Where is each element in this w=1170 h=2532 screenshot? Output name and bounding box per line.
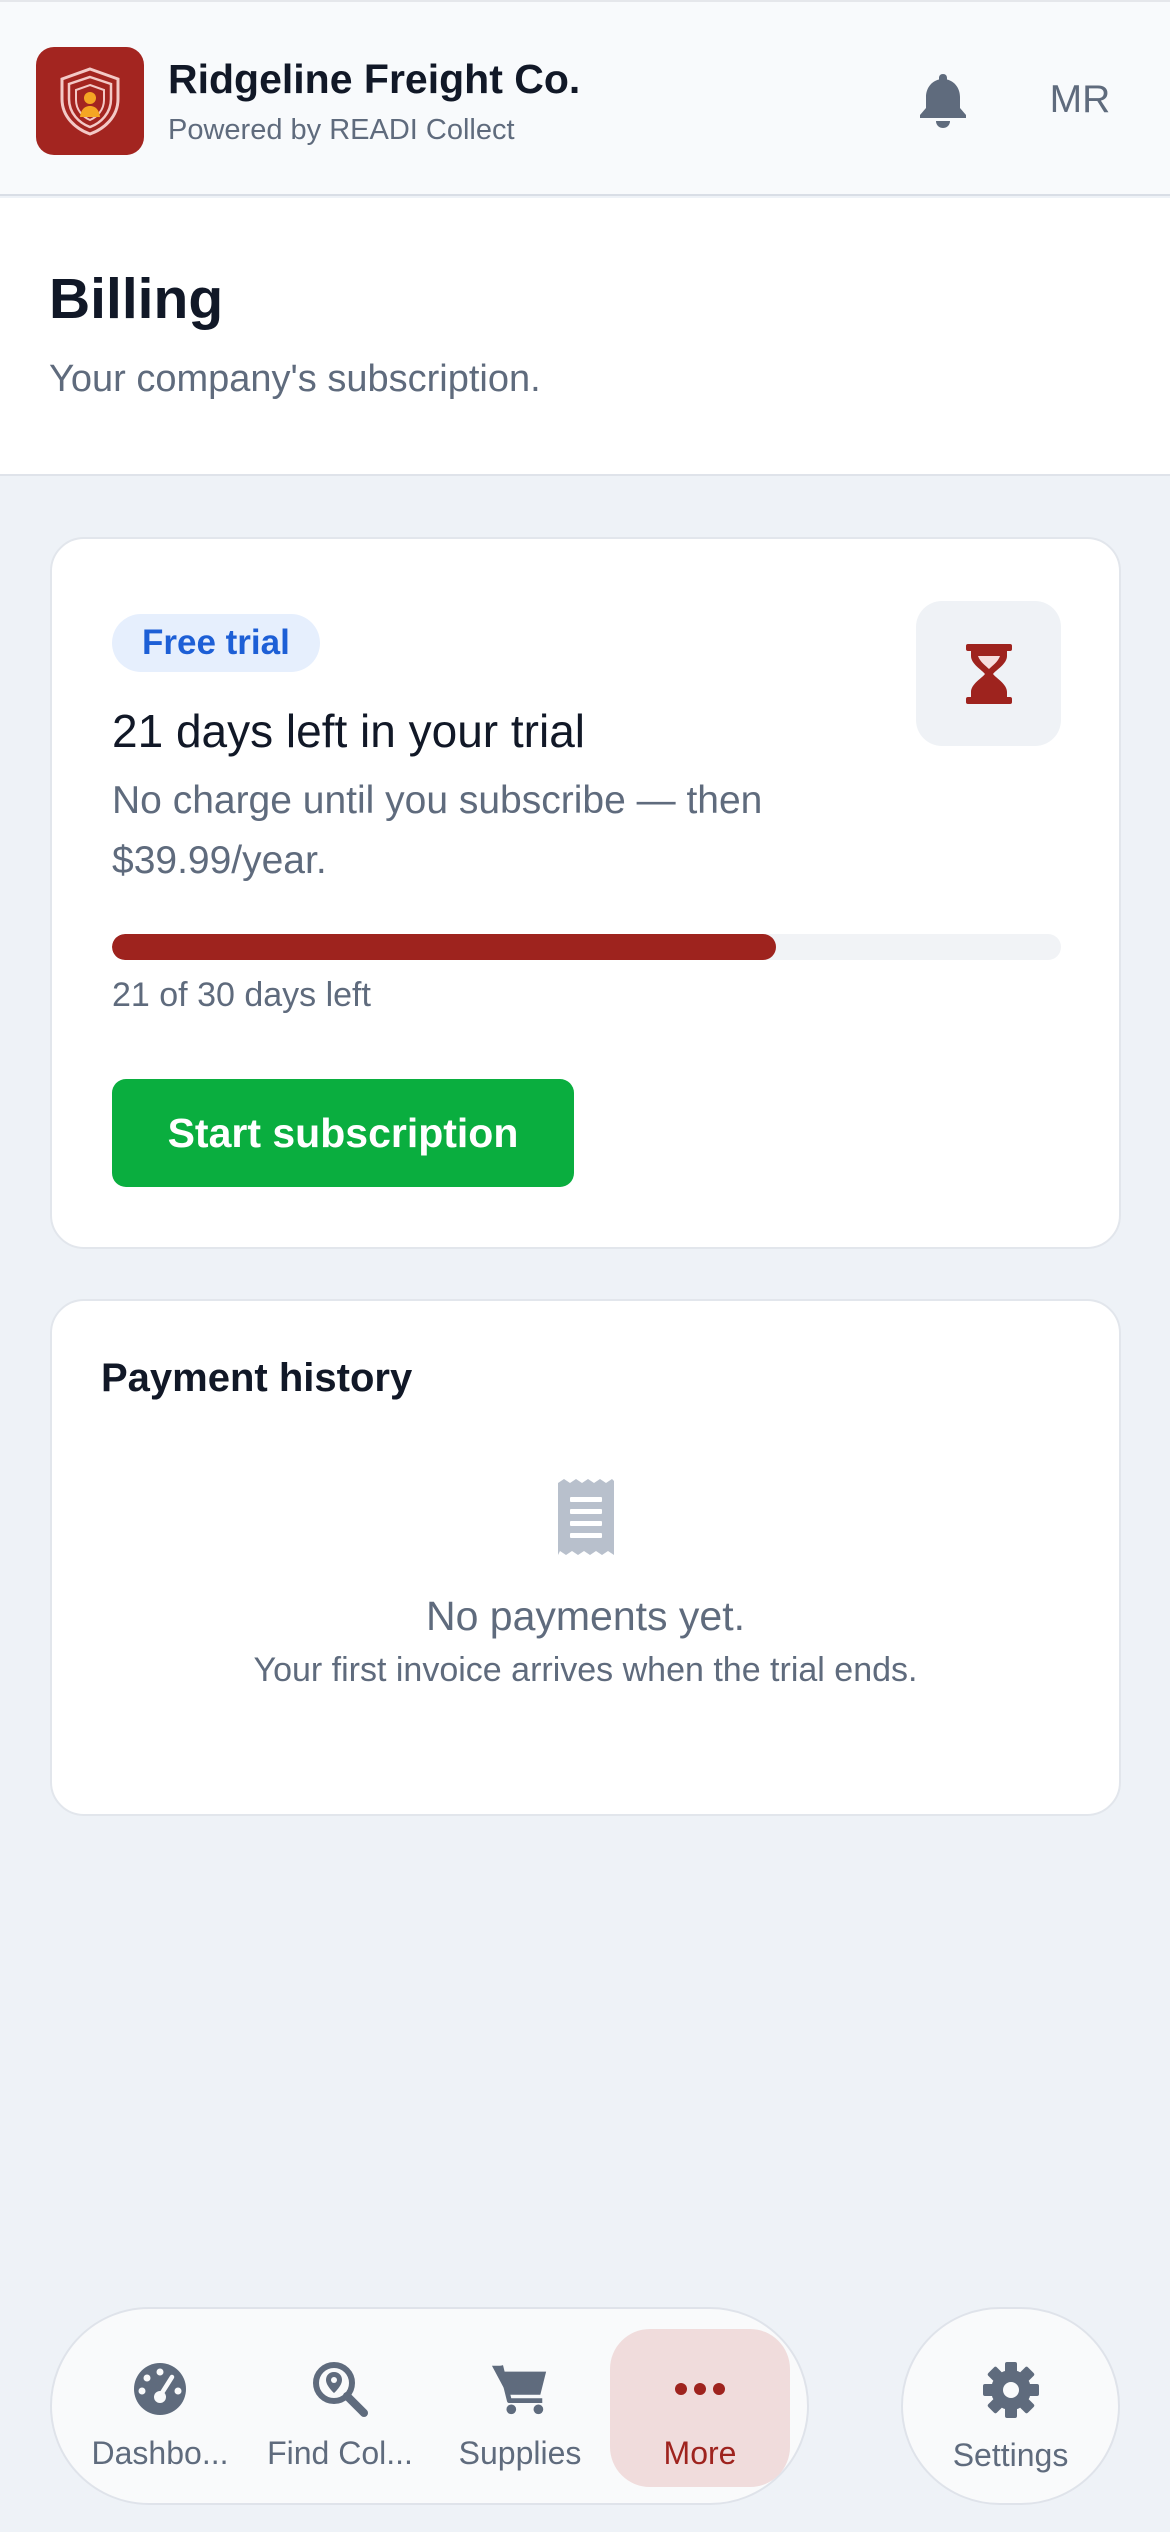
page-subtitle: Your company's subscription.: [49, 358, 541, 400]
more-dots-icon: [675, 2383, 725, 2395]
payment-history-card: Payment history No payments yet. Your fi…: [50, 1299, 1121, 1816]
cart-icon: [491, 2365, 547, 2415]
nav-label-supplies: Supplies: [458, 2435, 582, 2471]
page-header: Billing Your company's subscription.: [0, 198, 1170, 476]
nav-item-more[interactable]: More: [610, 2329, 790, 2487]
hourglass-icon: [965, 643, 1012, 704]
hourglass-tile: [916, 601, 1061, 746]
company-logo[interactable]: [36, 47, 144, 155]
trial-progress-label: 21 of 30 days left: [112, 976, 371, 1014]
gear-icon: [982, 2362, 1039, 2418]
empty-state-subtitle: Your first invoice arrives when the tria…: [253, 1651, 918, 1689]
nav-item-dashboard[interactable]: Dashbo...: [70, 2329, 250, 2487]
app-header: Ridgeline Freight Co. Powered by READI C…: [0, 0, 1170, 196]
payment-history-title: Payment history: [101, 1356, 413, 1400]
company-name: Ridgeline Freight Co.: [168, 56, 581, 102]
dashboard-gauge-icon: [134, 2363, 186, 2415]
trial-heading: 21 days left in your trial: [112, 705, 586, 757]
shield-person-icon: [60, 67, 120, 136]
trial-card: Free trial 21 days left in your trial No…: [50, 537, 1121, 1249]
trial-progress-fill: [112, 934, 777, 960]
nav-label-more: More: [663, 2435, 737, 2471]
empty-state-title: No payments yet.: [425, 1593, 746, 1639]
nav-label-dashboard: Dashbo...: [91, 2435, 229, 2471]
receipt-icon: [558, 1479, 614, 1555]
trial-description: No charge until you subscribe — then $39…: [112, 779, 763, 882]
bell-icon: [920, 74, 966, 128]
trial-status-badge: Free trial: [112, 614, 320, 672]
nav-item-find-collectors[interactable]: Find Col...: [250, 2329, 430, 2487]
trial-progress-bar: [112, 934, 1061, 960]
user-avatar[interactable]: MR: [1040, 72, 1120, 128]
notifications-button[interactable]: [914, 70, 972, 130]
start-subscription-button[interactable]: Start subscription: [112, 1079, 574, 1187]
bottom-nav: Dashbo... Find Col... Supplies More: [50, 2307, 809, 2505]
map-search-icon: [313, 2362, 368, 2417]
page-title: Billing: [49, 267, 224, 331]
nav-item-supplies[interactable]: Supplies: [430, 2329, 610, 2487]
settings-button[interactable]: Settings: [901, 2307, 1120, 2505]
nav-label-find-collectors: Find Col...: [267, 2435, 413, 2471]
powered-by-text: Powered by READI Collect: [168, 114, 515, 146]
settings-label: Settings: [952, 2437, 1069, 2473]
billing-screen: Ridgeline Freight Co. Powered by READI C…: [0, 0, 1170, 2532]
